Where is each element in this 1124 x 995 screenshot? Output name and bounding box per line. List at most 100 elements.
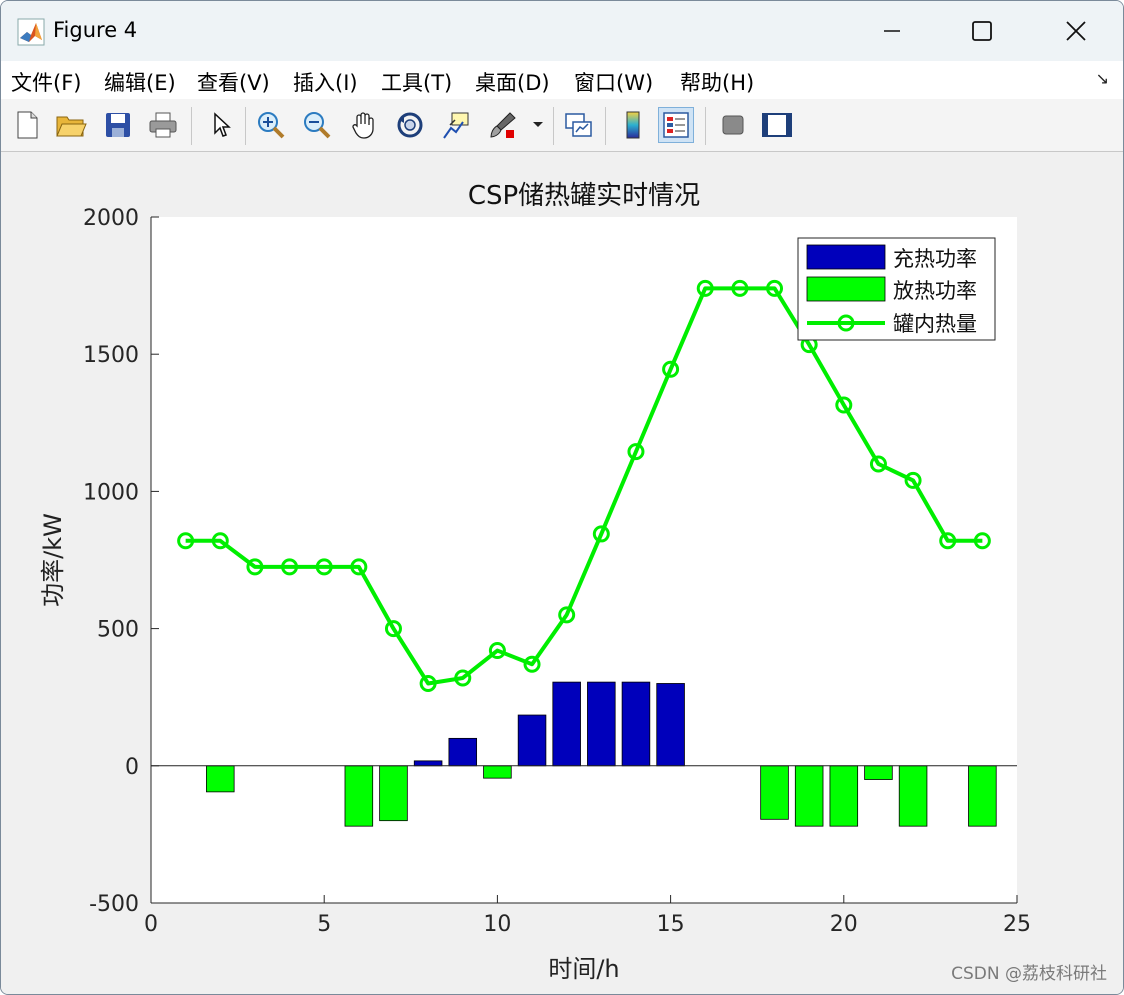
menu-view[interactable]: 查看(V)	[197, 67, 270, 97]
chart-svg: 0 5 10 15 20 25-5000500100015002000 CSP储热罐实时情…	[39, 181, 1031, 983]
legend-label-discharge: 放热功率	[893, 279, 977, 303]
x-tick-label: 20	[830, 912, 858, 937]
legend-swatch-charge	[806, 244, 886, 270]
zoom-out-icon	[304, 112, 331, 139]
legend-label-heat: 罐内热量	[893, 312, 977, 336]
menu-edit[interactable]: 编辑(E)	[104, 67, 176, 97]
legend-icon	[663, 112, 689, 138]
menu-window[interactable]: 窗口(W)	[574, 67, 653, 97]
hide-plot-tools-icon	[722, 115, 744, 135]
toolbar-separator	[605, 107, 606, 145]
brush-dropdown-button[interactable]	[527, 107, 549, 143]
chart-title: CSP储热罐实时情况	[468, 181, 700, 211]
matlab-logo-icon	[17, 18, 45, 46]
y-tick-label: 500	[97, 618, 139, 643]
legend-swatch-discharge	[806, 276, 886, 302]
brush-icon	[490, 112, 516, 138]
figure-canvas[interactable]: 0 5 10 15 20 25 -500 0 500 1000 1500 2000 CSP储热罐实时情…	[1, 152, 1123, 994]
bar-discharge	[344, 765, 374, 827]
data-cursor-button[interactable]	[438, 107, 474, 143]
brush-button[interactable]	[485, 107, 521, 143]
dock-arrow-icon[interactable]: ↘	[1096, 69, 1109, 88]
y-tick-label: 1000	[83, 480, 139, 505]
rotate-3d-icon	[397, 112, 423, 138]
pointer-icon	[214, 112, 231, 137]
menu-insert[interactable]: 插入(I)	[293, 67, 358, 97]
new-figure-button[interactable]	[9, 107, 45, 143]
maximize-icon	[972, 21, 992, 41]
x-tick-label: 15	[657, 912, 685, 937]
save-button[interactable]	[100, 107, 136, 143]
bar-discharge	[794, 765, 824, 827]
close-icon	[1066, 21, 1086, 41]
rotate-3d-button[interactable]	[392, 107, 428, 143]
colorbar-button[interactable]	[615, 107, 651, 143]
zoom-in-button[interactable]	[253, 107, 289, 143]
chevron-down-icon	[533, 122, 543, 127]
bar-discharge	[829, 765, 859, 827]
x-axis-label: 时间/h	[548, 955, 619, 983]
maximize-button[interactable]	[939, 1, 1025, 61]
bar-charge	[448, 737, 478, 767]
open-folder-icon	[56, 116, 87, 137]
zoom-out-button[interactable]	[299, 107, 335, 143]
minimize-icon	[884, 30, 900, 32]
title-bar[interactable]: Figure 4	[1, 1, 1123, 61]
toolbar-separator	[553, 107, 554, 145]
zoom-in-icon	[258, 112, 285, 139]
legend-button[interactable]	[658, 107, 694, 143]
bar-discharge	[898, 765, 928, 827]
menu-bar: 文件(F) 编辑(E) 查看(V) 插入(I) 工具(T) 桌面(D) 窗口(W…	[1, 61, 1123, 99]
y-tick-label: 0	[125, 755, 139, 780]
colorbar-icon	[626, 111, 640, 139]
show-plot-tools-button[interactable]	[759, 107, 795, 143]
toolbar-separator	[191, 107, 192, 145]
bar-charge	[621, 681, 651, 767]
menu-help[interactable]: 帮助(H)	[680, 67, 754, 97]
hide-plot-tools-button[interactable]	[715, 107, 751, 143]
bar-discharge	[760, 765, 789, 820]
x-tick-label: 5	[317, 912, 331, 937]
y-tick-label: 2000	[83, 206, 139, 231]
x-tick-label: 25	[1003, 912, 1031, 937]
print-button[interactable]	[145, 107, 181, 143]
bar-charge	[552, 681, 581, 767]
save-icon	[106, 113, 130, 137]
minimize-button[interactable]	[849, 1, 935, 61]
menu-tools[interactable]: 工具(T)	[381, 67, 452, 97]
pan-button[interactable]	[346, 107, 382, 143]
pan-hand-icon	[352, 112, 374, 139]
menu-desktop[interactable]: 桌面(D)	[475, 67, 550, 97]
figure-toolbar	[1, 99, 1123, 152]
x-tick-label: 0	[144, 912, 158, 937]
bar-charge	[517, 714, 547, 767]
watermark: CSDN @荔枝科研社	[951, 964, 1107, 984]
bar-discharge	[483, 765, 512, 779]
menu-file[interactable]: 文件(F)	[11, 67, 81, 97]
figure-window: Figure 4 文件(F) 编辑(E) 查看(V) 插入(I) 工具(T) 桌…	[0, 0, 1124, 995]
toolbar-separator	[705, 107, 706, 145]
print-icon	[149, 112, 177, 138]
link-plot-button[interactable]	[561, 107, 597, 143]
window-title: Figure 4	[53, 18, 138, 42]
open-file-button[interactable]	[53, 107, 89, 143]
new-figure-icon	[17, 111, 38, 139]
edit-plot-button[interactable]	[203, 107, 239, 143]
bar-discharge	[379, 765, 408, 822]
bar-charge	[413, 760, 443, 767]
legend[interactable]: 充热功率 放热功率 罐内热量	[797, 237, 996, 341]
bar-discharge	[206, 765, 235, 793]
show-plot-tools-icon	[762, 113, 792, 137]
data-cursor-icon	[443, 112, 469, 139]
bar-charge	[656, 683, 685, 767]
toolbar-separator	[245, 107, 246, 145]
y-tick-label: 1500	[83, 343, 139, 368]
legend-label-charge: 充热功率	[893, 247, 977, 271]
link-plot-icon	[565, 113, 592, 137]
bar-discharge	[864, 765, 893, 780]
bar-discharge	[968, 765, 997, 827]
close-button[interactable]	[1033, 1, 1119, 61]
y-axis-label: 功率/kW	[39, 513, 67, 607]
y-tick-label: -500	[89, 892, 139, 917]
bar-charge	[587, 681, 616, 767]
